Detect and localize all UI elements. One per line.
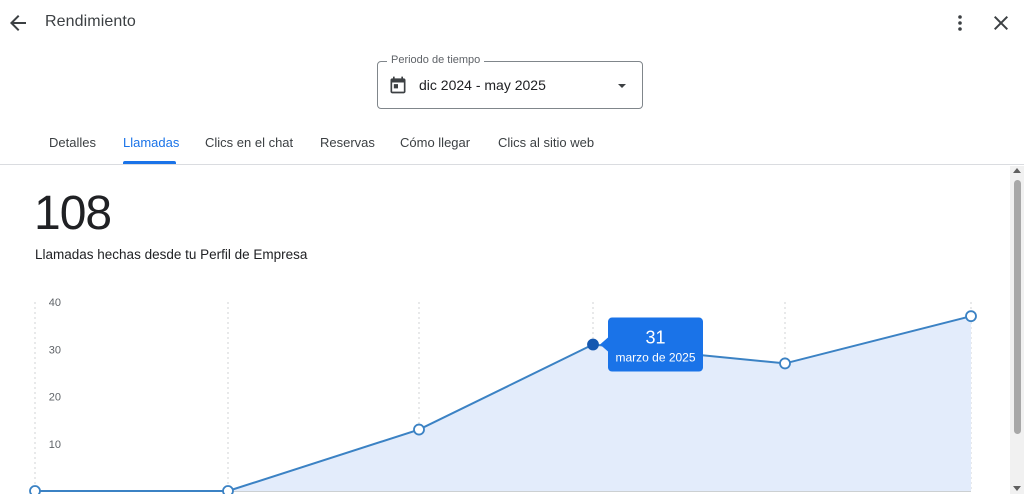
data-point xyxy=(779,357,791,370)
calendar-icon xyxy=(388,75,408,95)
tab-detalles[interactable]: Detalles xyxy=(49,135,96,150)
dropdown-arrow-icon xyxy=(614,78,630,94)
time-period-label: Periodo de tiempo xyxy=(387,54,485,66)
tab-bar: Detalles Llamadas Clics en el chat Reser… xyxy=(0,122,1024,165)
time-period-value: dic 2024 - may 2025 xyxy=(419,77,546,93)
back-arrow-icon[interactable] xyxy=(6,11,30,35)
data-point xyxy=(29,485,41,494)
tab-clics-sitio-web[interactable]: Clics al sitio web xyxy=(498,135,594,150)
more-vert-icon[interactable] xyxy=(948,11,972,35)
series-area xyxy=(35,316,971,491)
page-title: Rendimiento xyxy=(45,13,136,30)
vertical-scrollbar[interactable] xyxy=(1010,166,1024,494)
scrollbar-thumb[interactable] xyxy=(1014,180,1021,434)
data-point xyxy=(965,310,977,323)
data-point xyxy=(222,485,234,494)
y-tick-label: 20 xyxy=(49,392,61,404)
total-calls-count: 108 xyxy=(34,187,112,240)
y-tick-label: 30 xyxy=(49,344,61,356)
time-period-select[interactable]: Periodo de tiempo dic 2024 - may 2025 xyxy=(377,54,643,109)
calls-area-chart: 10 20 30 40 31 marzo de 2025 xyxy=(29,297,977,494)
top-bar: Rendimiento xyxy=(0,0,1024,46)
scroll-up-arrow-icon[interactable] xyxy=(1013,168,1021,173)
tab-como-llegar[interactable]: Cómo llegar xyxy=(400,135,470,150)
tab-clics-chat[interactable]: Clics en el chat xyxy=(205,135,293,150)
close-icon[interactable] xyxy=(989,11,1013,35)
scroll-down-arrow-icon[interactable] xyxy=(1013,486,1021,491)
active-tab-indicator xyxy=(123,161,176,164)
tooltip-value: 31 xyxy=(645,328,665,348)
tab-reservas[interactable]: Reservas xyxy=(320,135,375,150)
y-tick-label: 40 xyxy=(49,297,61,309)
y-tick-label: 10 xyxy=(49,439,61,451)
tab-llamadas[interactable]: Llamadas xyxy=(123,135,179,150)
data-point xyxy=(413,423,425,436)
data-point xyxy=(587,338,599,351)
tooltip-label: marzo de 2025 xyxy=(615,351,695,365)
total-calls-description: Llamadas hechas desde tu Perfil de Empre… xyxy=(35,247,308,262)
